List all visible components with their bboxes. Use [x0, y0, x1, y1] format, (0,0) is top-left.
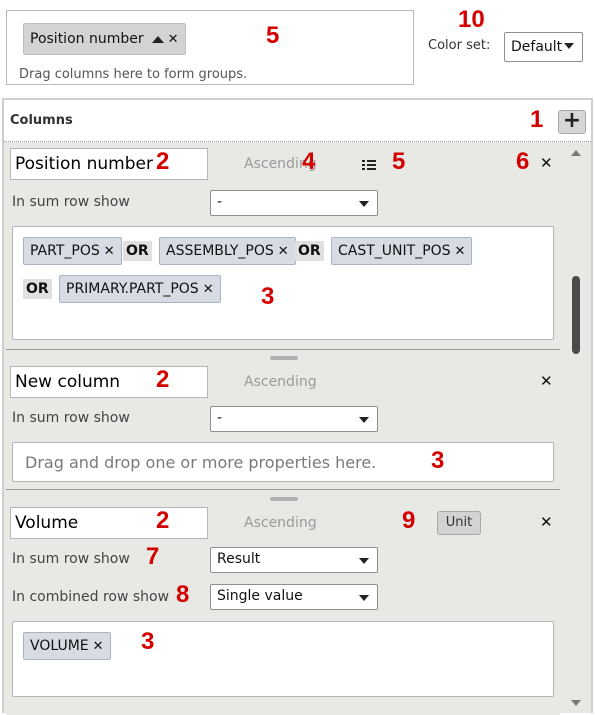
callout-3: 3 — [261, 283, 275, 310]
list-icon[interactable] — [362, 160, 376, 170]
property-chip-label: ASSEMBLY_POS — [166, 243, 274, 259]
scrollbar[interactable] — [570, 148, 582, 708]
property-chip[interactable]: PART_POS ✕ — [23, 237, 122, 265]
property-drop-area[interactable]: PART_POS ✕ OR ASSEMBLY_POS ✕ OR CAST_UNIT_… — [12, 226, 554, 340]
callout-9: 9 — [402, 507, 416, 534]
close-icon[interactable]: ✕ — [278, 244, 289, 259]
property-chip-label: CAST_UNIT_POS — [338, 243, 451, 259]
close-icon[interactable]: ✕ — [203, 282, 214, 297]
drop-hint: Drag and drop one or more properties her… — [25, 453, 377, 472]
property-chip-label: PRIMARY.PART_POS — [66, 281, 199, 297]
callout-10: 10 — [458, 6, 485, 33]
scroll-up-icon[interactable] — [571, 150, 581, 156]
sum-row-label: In sum row show — [12, 551, 130, 567]
close-icon[interactable]: ✕ — [455, 244, 466, 259]
remove-column-icon[interactable]: ✕ — [540, 372, 553, 390]
callout-2: 2 — [156, 148, 170, 175]
callout-7: 7 — [146, 543, 160, 570]
or-label: OR — [123, 241, 152, 261]
or-label: OR — [23, 279, 52, 299]
columns-title: Columns — [10, 113, 73, 128]
property-chip[interactable]: PRIMARY.PART_POS ✕ — [59, 275, 221, 303]
close-icon[interactable]: ✕ — [168, 32, 179, 47]
sort-label[interactable]: Ascending — [244, 374, 317, 390]
group-drop-area[interactable]: Position number ✕ Drag columns here to f… — [6, 10, 414, 85]
callout-3: 3 — [141, 628, 155, 655]
sum-row-select[interactable]: Result — [210, 547, 378, 573]
property-chip-label: VOLUME — [30, 638, 89, 654]
columns-panel: Columns 1 + Position number 2 Ascending … — [2, 98, 593, 715]
callout-6: 6 — [516, 148, 530, 175]
column-name-input[interactable]: New column — [10, 366, 208, 398]
group-chip-label: Position number — [30, 31, 144, 47]
callout-2: 2 — [156, 366, 170, 393]
column-section-position-number: Position number 2 Ascending 4 5 6 ✕ In s… — [6, 146, 560, 350]
property-chip[interactable]: CAST_UNIT_POS ✕ — [331, 237, 473, 265]
property-drop-area[interactable]: VOLUME ✕ 3 — [12, 621, 554, 697]
callout-5: 5 — [266, 22, 280, 49]
remove-column-icon[interactable]: ✕ — [540, 513, 553, 531]
color-set-label: Color set: — [428, 38, 491, 53]
property-drop-area[interactable]: Drag and drop one or more properties her… — [12, 442, 554, 482]
close-icon[interactable]: ✕ — [104, 244, 115, 259]
sort-ascending-icon[interactable] — [151, 35, 164, 43]
callout-2: 2 — [156, 507, 170, 534]
column-section-volume: Volume 2 Ascending 9 Unit ✕ In sum row s… — [6, 503, 560, 715]
close-icon[interactable]: ✕ — [93, 639, 104, 654]
or-label: OR — [295, 241, 324, 261]
add-column-button[interactable]: + — [558, 110, 586, 134]
callout-5: 5 — [392, 148, 406, 175]
color-set-select[interactable]: Default — [504, 32, 583, 62]
column-name-input[interactable]: Position number — [10, 148, 208, 180]
scroll-down-icon[interactable] — [571, 700, 581, 706]
scroll-thumb[interactable] — [572, 276, 580, 354]
callout-8: 8 — [176, 581, 190, 608]
sum-row-label: In sum row show — [12, 194, 130, 210]
section-resize-handle[interactable] — [270, 356, 298, 360]
property-chip[interactable]: ASSEMBLY_POS ✕ — [159, 237, 296, 265]
columns-header: Columns 1 + — [4, 100, 591, 142]
callout-1: 1 — [530, 106, 544, 133]
callout-3: 3 — [431, 447, 445, 474]
sum-row-select[interactable]: - — [210, 190, 378, 216]
property-chip[interactable]: VOLUME ✕ — [23, 632, 111, 660]
remove-column-icon[interactable]: ✕ — [540, 154, 553, 172]
callout-4: 4 — [302, 148, 316, 175]
sum-row-select[interactable]: - — [210, 406, 378, 432]
combined-row-select[interactable]: Single value — [210, 584, 378, 610]
unit-button[interactable]: Unit — [437, 511, 481, 535]
property-chip-label: PART_POS — [30, 243, 100, 259]
sum-row-label: In sum row show — [12, 410, 130, 426]
combined-row-label: In combined row show — [12, 589, 170, 605]
group-chip-position-number[interactable]: Position number ✕ — [23, 23, 186, 55]
column-name-input[interactable]: Volume — [10, 507, 208, 539]
sort-label[interactable]: Ascending — [244, 515, 317, 531]
group-hint: Drag columns here to form groups. — [19, 67, 248, 82]
column-section-new-column: New column 2 Ascending ✕ In sum row show… — [6, 362, 560, 490]
section-resize-handle[interactable] — [270, 497, 298, 501]
